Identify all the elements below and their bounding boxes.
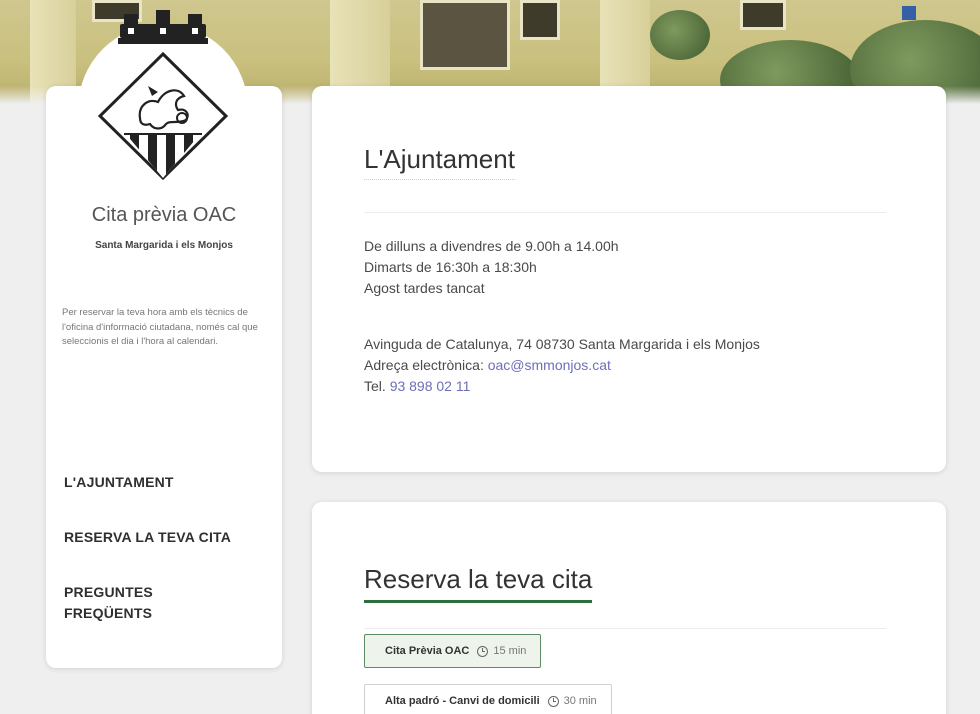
opening-hours-tuesday: Dimarts de 16:30h a 18:30h [364,259,537,275]
site-title: Cita prèvia OAC [91,204,237,226]
service-name: Cita Prèvia OAC [385,645,470,657]
service-duration-text: 30 min [563,695,597,707]
email-link[interactable]: oac@smmonjos.cat [488,357,611,373]
divider [364,628,886,629]
phone-line: Tel. 93 898 02 11 [364,376,470,397]
phone-link[interactable]: 93 898 02 11 [390,378,471,394]
service-duration-text: 15 min [493,645,527,657]
service-duration: 30 min [547,695,597,707]
site-description: Per reservar la teva hora amb els tècnic… [62,307,258,348]
nav-item-preguntes[interactable]: PREGUNTES FREQÜENTS [64,582,214,624]
opening-hours-august: Agost tardes tancat [364,280,485,296]
service-option-cita-previa-oac[interactable]: Cita Prèvia OAC 15 min [364,634,542,668]
service-duration: 15 min [477,645,526,657]
clock-icon [477,645,489,657]
email-label: Adreça electrònica: [364,357,488,373]
address: Avinguda de Catalunya, 74 08730 Santa Ma… [364,336,760,352]
nav-item-reserva[interactable]: RESERVA LA TEVA CITA [64,527,231,548]
reserva-card: Reserva la teva cita Cita Prèvia OAC 15 … [312,502,946,714]
reserva-heading: Reserva la teva cita [364,564,593,603]
ajuntament-heading: L'Ajuntament [364,144,515,180]
opening-hours-weekdays: De dilluns a divendres de 9.00h a 14.00h [364,238,619,254]
divider [364,212,886,213]
service-name: Alta padró - Canvi de domicili [385,695,540,707]
service-option-alta-padro[interactable]: Alta padró - Canvi de domicili 30 min [364,684,612,714]
ajuntament-card: L'Ajuntament De dilluns a divendres de 9… [312,86,946,472]
municipal-coat-of-arms-logo[interactable] [78,6,248,186]
phone-label: Tel. [364,378,390,394]
site-subtitle: Santa Margarida i els Monjos [95,240,233,251]
email-line: Adreça electrònica: oac@smmonjos.cat [364,355,611,376]
clock-icon [547,695,559,707]
nav-item-ajuntament[interactable]: L'AJUNTAMENT [64,472,174,493]
